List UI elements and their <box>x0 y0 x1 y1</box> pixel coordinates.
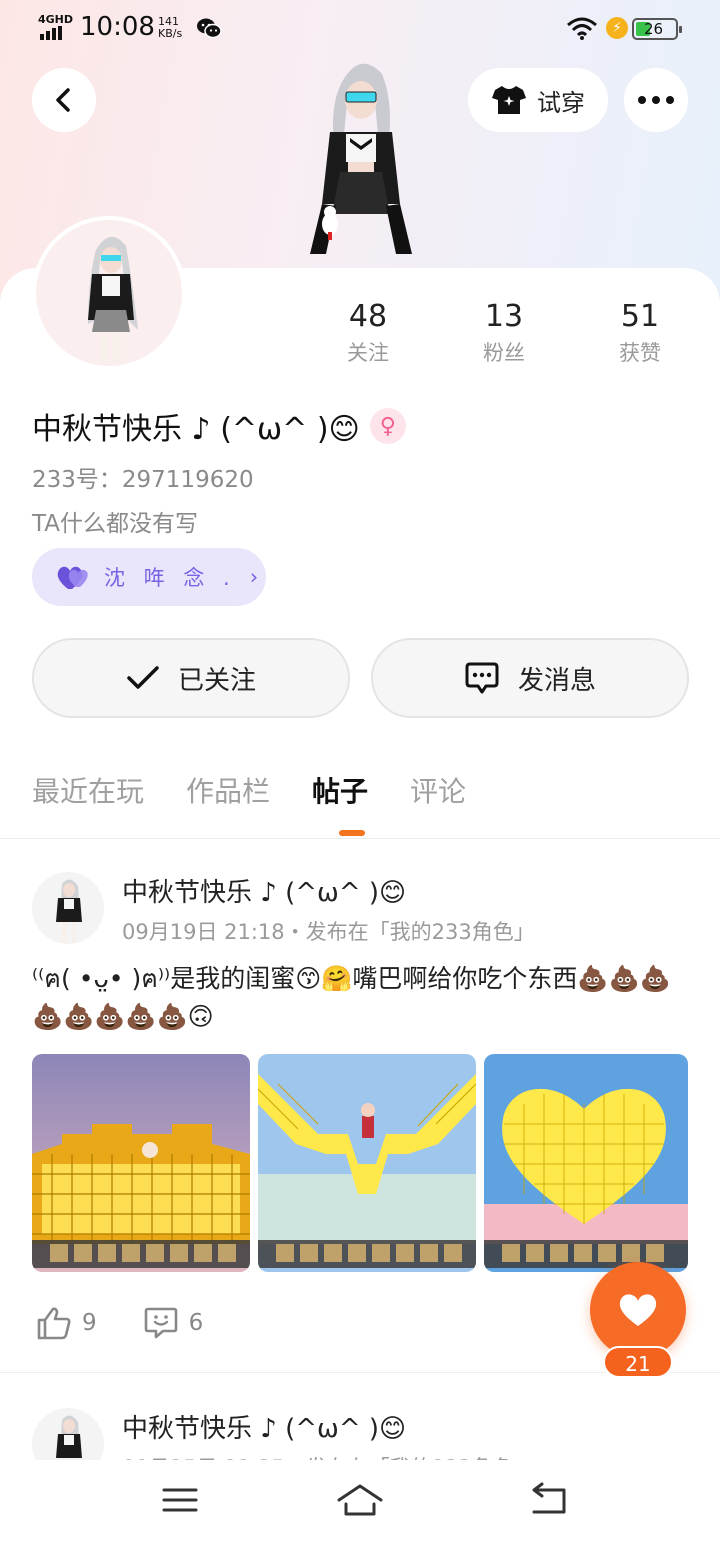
user-bio: TA什么都没有写 <box>32 511 198 537</box>
home-icon[interactable] <box>336 1482 384 1518</box>
post-reactions: 9 6 <box>36 1306 203 1340</box>
back-button[interactable] <box>32 68 96 132</box>
game-screenshot-gold-wings <box>258 1054 476 1272</box>
more-button[interactable] <box>624 68 688 132</box>
stat-label: 粉丝 <box>483 341 525 365</box>
stat-value: 51 <box>620 299 660 334</box>
profile-tabs: 最近在玩 作品栏 帖子 评论 <box>32 770 466 810</box>
thumbs-up-icon <box>37 1307 71 1340</box>
floating-like-count: 21 <box>603 1346 673 1378</box>
best-friend-tag[interactable]: 沈 哖 念 . › <box>32 548 266 606</box>
post-meta: 09月19日 21:18・发布在「我的233角色」 <box>122 920 535 944</box>
chevron-right-icon: › <box>249 565 265 589</box>
post-image-1[interactable] <box>32 1054 250 1272</box>
stat-following[interactable]: 48 关注 <box>300 296 436 368</box>
double-heart-icon <box>57 566 88 589</box>
avatar[interactable] <box>32 216 186 370</box>
profile-stats: 48 关注 13 粉丝 51 获赞 <box>300 296 720 368</box>
network-type: 4GHD <box>38 13 74 26</box>
floating-like-button[interactable] <box>590 1262 686 1358</box>
stat-value: 48 <box>348 299 388 334</box>
back-nav-icon[interactable] <box>524 1482 572 1518</box>
female-gender-icon: ♀ <box>369 408 406 444</box>
chat-bubble-icon <box>465 662 499 694</box>
battery-icon: 26 <box>632 18 682 40</box>
post-like-button[interactable]: 9 <box>36 1306 97 1340</box>
comment-count: 6 <box>188 1310 204 1336</box>
user-id: 233号：297119620 <box>32 467 254 493</box>
checkmark-icon <box>127 666 159 689</box>
comment-smile-icon <box>144 1307 177 1339</box>
like-count: 9 <box>82 1310 97 1336</box>
tab-posts[interactable]: 帖子 <box>312 770 368 810</box>
send-message-label: 发消息 <box>517 665 596 696</box>
character-avatar-illustration <box>310 63 412 254</box>
tab-works[interactable]: 作品栏 <box>186 770 270 810</box>
active-tab-indicator <box>339 830 365 836</box>
charging-icon: ⚡ <box>606 17 628 39</box>
back-arrow-icon <box>56 88 70 112</box>
profile-name: 中秋节快乐 ♪ (^ω^ )😊 <box>32 412 360 447</box>
post-comment-button[interactable]: 6 <box>143 1306 204 1340</box>
post-avatar-image <box>56 879 82 942</box>
tab-recently-played[interactable]: 最近在玩 <box>32 770 144 810</box>
best-friend-name: 沈 哖 念 . <box>104 566 236 590</box>
followed-button[interactable]: 已关注 <box>32 638 350 718</box>
send-message-button[interactable]: 发消息 <box>371 638 689 718</box>
wechat-icon <box>197 18 222 39</box>
signal-icon <box>40 26 62 40</box>
post-author-name[interactable]: 中秋节快乐 ♪ (^ω^ )😊 <box>122 1408 406 1445</box>
wifi-icon <box>567 17 597 40</box>
more-dots-icon <box>638 96 674 104</box>
post-author-avatar[interactable] <box>32 872 104 944</box>
try-on-button[interactable]: 试穿 <box>468 68 608 132</box>
game-screenshot-gold-blocks <box>32 1054 250 1272</box>
heart-icon <box>619 1294 657 1326</box>
try-on-label: 试穿 <box>537 88 585 117</box>
tab-comments[interactable]: 评论 <box>410 770 466 810</box>
post-author-name[interactable]: 中秋节快乐 ♪ (^ω^ )😊 <box>122 872 406 909</box>
stat-followers[interactable]: 13 粉丝 <box>436 296 572 368</box>
post-image-3[interactable] <box>484 1054 688 1272</box>
shirt-icon <box>492 86 526 114</box>
post-text[interactable]: ⁽⁽ฅ( •ᴗ̤• )ฅ⁾⁾是我的闺蜜😙🤗嘴巴啊给你吃个东西💩💩💩💩💩💩💩💩🙃 <box>32 960 692 1036</box>
followed-label: 已关注 <box>177 665 256 696</box>
stat-label: 关注 <box>347 341 389 365</box>
game-screenshot-gold-heart <box>484 1054 688 1272</box>
tabs-divider <box>0 838 720 839</box>
network-speed: 141 KB/s <box>158 15 183 40</box>
stat-value: 13 <box>484 299 524 334</box>
post-image-2[interactable] <box>258 1054 476 1272</box>
profile-name-row: 中秋节快乐 ♪ (^ω^ )😊 ♀ <box>32 404 406 448</box>
clock: 10:08 <box>80 12 155 42</box>
avatar-character-image <box>88 236 138 362</box>
menu-icon[interactable] <box>156 1482 204 1518</box>
stat-label: 获赞 <box>619 341 661 365</box>
system-navigation-bar <box>0 1460 720 1544</box>
status-bar: 4GHD 10:08 141 KB/s ⚡ 26 <box>0 0 720 56</box>
stat-likes[interactable]: 51 获赞 <box>572 296 708 368</box>
